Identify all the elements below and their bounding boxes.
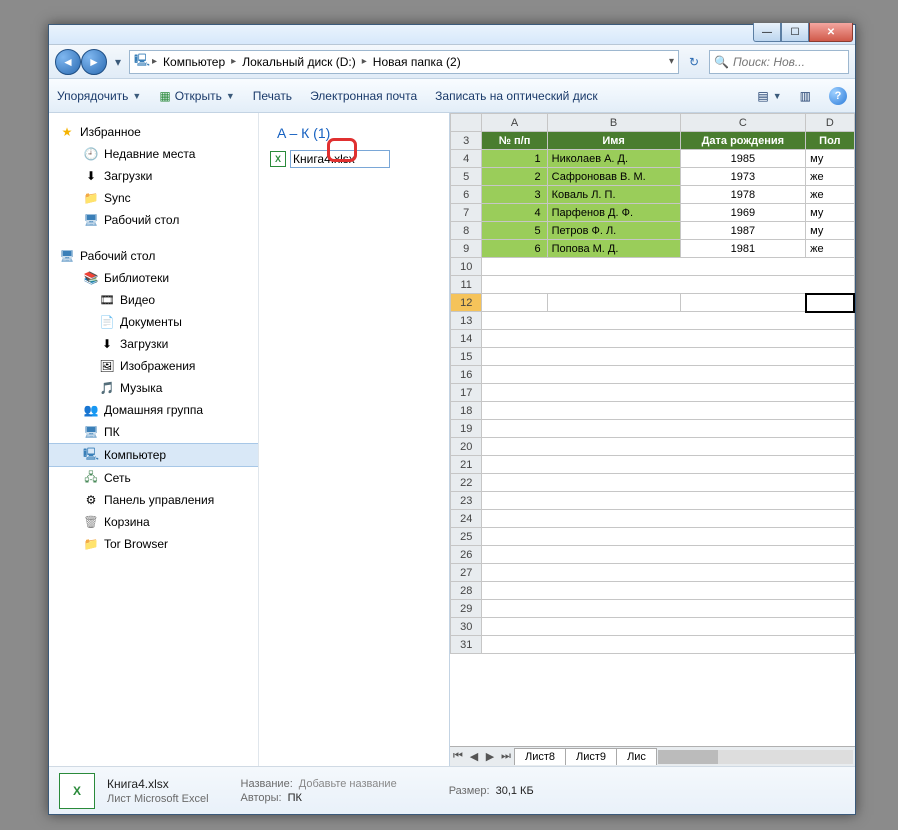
details-pane: X Книга4.xlsx Лист Microsoft Excel Назва… <box>49 766 855 814</box>
help-button[interactable]: ? <box>829 87 847 105</box>
documents-icon: 📄 <box>99 314 115 330</box>
breadcrumb[interactable]: Локальный диск (D:) <box>238 55 360 69</box>
sheet-tab[interactable]: Лис <box>616 748 657 765</box>
rename-input[interactable] <box>290 150 390 168</box>
folder-icon: 📁 <box>83 190 99 206</box>
excel-file-icon: X <box>59 773 95 809</box>
tree-libraries[interactable]: 📚Библиотеки <box>49 267 258 289</box>
tree-item[interactable]: 🖧Сеть <box>49 467 258 489</box>
status-filename: Книга4.xlsx <box>107 777 209 791</box>
sheet-tab-bar: ⏮ ◀ ▶ ⏭ Лист8 Лист9 Лис <box>450 746 855 766</box>
file-list[interactable]: A – К (1) X <box>259 113 449 766</box>
maximize-button[interactable]: ☐ <box>781 23 809 42</box>
tree-computer[interactable]: 🖳Компьютер <box>49 443 258 467</box>
search-placeholder: Поиск: Нов... <box>733 55 805 69</box>
tree-favorites[interactable]: ★Избранное <box>49 121 258 143</box>
status-title[interactable]: Добавьте название <box>299 778 397 790</box>
nav-history-dropdown[interactable]: ▾ <box>111 55 125 69</box>
sheet-nav-first[interactable]: ⏮ <box>450 750 466 763</box>
file-item[interactable]: X <box>269 149 439 169</box>
sheet-nav-prev[interactable]: ◀ <box>466 750 482 763</box>
tree-item[interactable]: ⬇Загрузки <box>49 165 258 187</box>
organize-button[interactable]: Упорядочить▼ <box>57 89 141 103</box>
homegroup-icon: 👥 <box>83 402 99 418</box>
tree-item[interactable]: ⚙Панель управления <box>49 489 258 511</box>
video-icon: 🎞 <box>99 292 115 308</box>
sheet-nav-last[interactable]: ⏭ <box>498 750 514 763</box>
tree-item[interactable]: 🎵Музыка <box>49 377 258 399</box>
downloads-icon: ⬇ <box>99 336 115 352</box>
view-button[interactable]: ▤▼ <box>757 89 781 103</box>
active-cell[interactable] <box>806 294 854 312</box>
tree-item[interactable]: 📁Tor Browser <box>49 533 258 555</box>
computer-icon: 🖳 <box>134 51 150 72</box>
nav-row: ◄ ► ▾ 🖳 ▸ Компьютер▸ Локальный диск (D:)… <box>49 45 855 79</box>
burn-button[interactable]: Записать на оптический диск <box>435 89 598 103</box>
search-icon: 🔍 <box>714 55 729 69</box>
explorer-window: — ☐ ✕ ◄ ► ▾ 🖳 ▸ Компьютер▸ Локальный дис… <box>48 24 856 815</box>
excel-file-icon: X <box>270 151 286 167</box>
tree-item[interactable]: ⬇Загрузки <box>49 333 258 355</box>
pc-icon: 🖥 <box>83 424 99 440</box>
minimize-button[interactable]: — <box>753 23 781 42</box>
control-panel-icon: ⚙ <box>83 492 99 508</box>
forward-button[interactable]: ► <box>81 49 107 75</box>
command-bar: Упорядочить▼ ▦Открыть▼ Печать Электронна… <box>49 79 855 113</box>
titlebar[interactable]: — ☐ ✕ <box>49 25 855 45</box>
status-size: 30,1 КБ <box>496 785 534 797</box>
tree-desktop[interactable]: 🖥Рабочий стол <box>49 245 258 267</box>
pictures-icon: 🖼 <box>99 358 115 374</box>
tree-item[interactable]: 🖼Изображения <box>49 355 258 377</box>
breadcrumb[interactable]: Новая папка (2) <box>369 55 465 69</box>
folder-icon: 📁 <box>83 536 99 552</box>
column-header[interactable]: B <box>547 114 680 132</box>
tree-item[interactable]: 👥Домашняя группа <box>49 399 258 421</box>
select-all-cell[interactable] <box>451 114 482 132</box>
desktop-icon: 🖥 <box>59 248 75 264</box>
tree-item[interactable]: 🕘Недавние места <box>49 143 258 165</box>
spreadsheet-grid[interactable]: A B C D 3 № п/п Имя Дата рождения Пол 41… <box>450 113 855 654</box>
close-button[interactable]: ✕ <box>809 23 853 42</box>
tree-item[interactable]: 📁Sync <box>49 187 258 209</box>
star-icon: ★ <box>59 124 75 140</box>
recycle-icon: 🗑 <box>83 514 99 530</box>
computer-icon: 🖳 <box>83 447 99 463</box>
horizontal-scrollbar[interactable] <box>658 750 853 764</box>
recent-icon: 🕘 <box>83 146 99 162</box>
tree-item[interactable]: 🗑Корзина <box>49 511 258 533</box>
sheet-tab[interactable]: Лист9 <box>565 748 617 765</box>
column-header[interactable]: A <box>482 114 547 132</box>
sheet-tab[interactable]: Лист8 <box>514 748 566 765</box>
back-button[interactable]: ◄ <box>55 49 81 75</box>
tree-item[interactable]: 🖥Рабочий стол <box>49 209 258 231</box>
row-header[interactable]: 3 <box>451 132 482 150</box>
tree-item[interactable]: 🖥ПК <box>49 421 258 443</box>
tree-item[interactable]: 🎞Видео <box>49 289 258 311</box>
address-bar[interactable]: 🖳 ▸ Компьютер▸ Локальный диск (D:)▸ Нова… <box>129 50 679 74</box>
preview-pane: A B C D 3 № п/п Имя Дата рождения Пол 41… <box>449 113 855 766</box>
open-button[interactable]: ▦Открыть▼ <box>159 89 234 103</box>
music-icon: 🎵 <box>99 380 115 396</box>
libraries-icon: 📚 <box>83 270 99 286</box>
refresh-button[interactable]: ↻ <box>683 51 705 73</box>
breadcrumb[interactable]: Компьютер <box>159 55 229 69</box>
column-header[interactable]: C <box>680 114 806 132</box>
status-authors[interactable]: ПК <box>288 792 302 804</box>
network-icon: 🖧 <box>83 470 99 486</box>
desktop-icon: 🖥 <box>83 212 99 228</box>
print-button[interactable]: Печать <box>253 89 292 103</box>
status-filetype: Лист Microsoft Excel <box>107 793 209 805</box>
preview-pane-button[interactable]: ▥ <box>800 89 811 103</box>
search-input[interactable]: 🔍 Поиск: Нов... <box>709 50 849 74</box>
email-button[interactable]: Электронная почта <box>310 89 417 103</box>
navigation-tree[interactable]: ★Избранное 🕘Недавние места ⬇Загрузки 📁Sy… <box>49 113 259 766</box>
group-header[interactable]: A – К (1) <box>277 125 439 141</box>
column-header[interactable]: D <box>806 114 854 132</box>
sheet-nav-next[interactable]: ▶ <box>482 750 498 763</box>
downloads-icon: ⬇ <box>83 168 99 184</box>
tree-item[interactable]: 📄Документы <box>49 311 258 333</box>
